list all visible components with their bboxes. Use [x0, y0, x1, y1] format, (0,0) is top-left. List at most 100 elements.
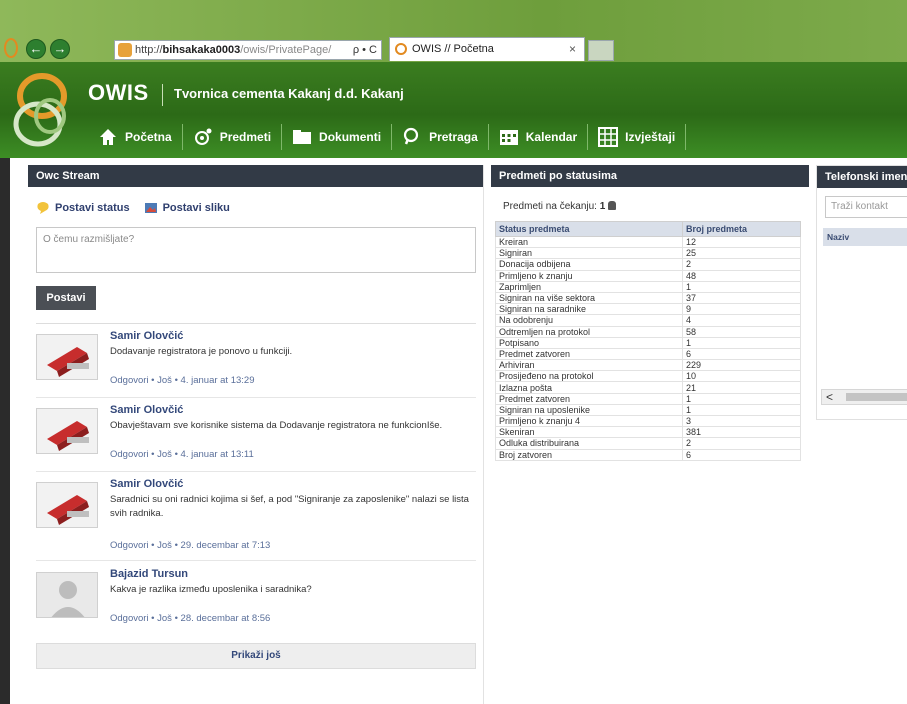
- horizontal-scrollbar[interactable]: <: [821, 389, 907, 405]
- back-button[interactable]: ←: [26, 39, 46, 59]
- stapler-avatar-icon[interactable]: [36, 482, 98, 528]
- status-name-cell: Odluka distribuirana: [495, 437, 683, 450]
- address-controls[interactable]: ρ • C: [353, 41, 377, 59]
- tab-close-icon[interactable]: ×: [569, 38, 576, 60]
- stream-divider: [36, 323, 476, 324]
- nav-label: Predmeti: [219, 130, 272, 144]
- status-name-cell: Arhiviran: [495, 359, 683, 372]
- status-count-cell: 1: [682, 336, 801, 349]
- post-button[interactable]: Postavi: [36, 286, 96, 310]
- nav-label: Izvještaji: [625, 130, 676, 144]
- table-row[interactable]: Na odobrenju 4: [495, 314, 801, 327]
- post-author[interactable]: Samir Olovčić: [110, 330, 183, 342]
- contact-search-input[interactable]: Traži kontakt: [825, 196, 907, 218]
- status-name-cell: Predmet zatvoren: [495, 392, 683, 405]
- table-row[interactable]: Odtremljen na protokol 58: [495, 325, 801, 338]
- post-meta[interactable]: Odgovori • Još • 4. januar at 13:29: [110, 375, 255, 386]
- image-icon: [144, 201, 158, 215]
- show-more-button[interactable]: Prikaži još: [36, 643, 476, 669]
- window-icon: [4, 38, 18, 58]
- status-input[interactable]: O čemu razmišljate?: [36, 227, 476, 273]
- table-row[interactable]: Arhiviran 229: [495, 359, 801, 372]
- status-count-cell: 6: [682, 448, 801, 461]
- post-author[interactable]: Samir Olovčić: [110, 478, 183, 490]
- scroll-left-icon[interactable]: <: [826, 390, 833, 404]
- table-row[interactable]: Broj zatvoren 6: [495, 448, 801, 461]
- table-row[interactable]: Izlazna pošta 21: [495, 381, 801, 394]
- tab-favicon-icon: [395, 43, 407, 55]
- column-header-name[interactable]: Naziv: [823, 228, 907, 246]
- table-row[interactable]: Zaprimljen 1: [495, 280, 801, 293]
- stapler-avatar-icon[interactable]: [36, 334, 98, 380]
- stream-post: Samir Olovčić Dodavanje registratora je …: [36, 330, 476, 402]
- post-divider: [36, 471, 476, 472]
- status-name-cell: Signiran: [495, 247, 683, 260]
- nav-label: Dokumenti: [319, 130, 382, 144]
- status-name-cell: Zaprimljen: [495, 280, 683, 293]
- address-path: /owis/PrivatePage/: [240, 44, 332, 56]
- app-header: OWIS Tvornica cementa Kakanj d.d. Kakanj…: [0, 62, 907, 158]
- user-avatar-icon[interactable]: [36, 572, 98, 618]
- table-row[interactable]: Prosijeđeno na protokol 10: [495, 370, 801, 383]
- phonebook-title: Telefonski imenik: [817, 166, 907, 188]
- cases-icon: [193, 127, 213, 147]
- column-header-count[interactable]: Broj predmeta: [682, 221, 801, 237]
- phonebook-panel: Telefonski imenik Traži kontakt Naziv <: [816, 165, 907, 420]
- reports-icon: [598, 127, 619, 147]
- forward-button[interactable]: →: [50, 39, 70, 59]
- post-divider: [36, 560, 476, 561]
- table-row[interactable]: Kreiran 12: [495, 235, 801, 249]
- nav-item-kalendar[interactable]: Kalendar: [489, 124, 589, 150]
- nav-item-izvjestaji[interactable]: Izvještaji: [588, 124, 687, 150]
- set-image-link[interactable]: Postavi sliku: [144, 201, 230, 215]
- status-name-cell: Signiran na više sektora: [495, 291, 683, 305]
- post-text: Saradnici su oni radnici kojima si šef, …: [110, 494, 469, 519]
- table-row[interactable]: Signiran na saradnike 9: [495, 303, 801, 316]
- nav-item-pocetna[interactable]: Početna: [88, 124, 183, 150]
- status-count-cell: 381: [682, 426, 801, 439]
- status-table-body: Kreiran 12 Signiran 25 Donacija odbijena 2 Pri…: [495, 235, 801, 461]
- address-bar[interactable]: http://bihsakaka0003/owis/PrivatePage/ ρ…: [114, 40, 382, 60]
- waiting-count[interactable]: 1: [600, 201, 606, 212]
- post-meta[interactable]: Odgovori • Još • 28. decembar at 8:56: [110, 613, 270, 624]
- nav-label: Pretraga: [429, 130, 478, 144]
- status-count-cell: 6: [682, 347, 801, 361]
- status-table: Status predmeta Broj predmeta Kreiran 12 S…: [495, 221, 801, 461]
- table-row[interactable]: Primljeno k znanju 43: [495, 414, 801, 428]
- app-brand[interactable]: OWIS: [88, 80, 149, 106]
- scrollbar-thumb[interactable]: [846, 393, 907, 401]
- table-row[interactable]: Odluka distribuirana 2: [495, 437, 801, 450]
- post-meta[interactable]: Odgovori • Još • 4. januar at 13:11: [110, 449, 254, 460]
- stapler-avatar-icon[interactable]: [36, 408, 98, 454]
- table-row[interactable]: Primljeno k znanju 48: [495, 269, 801, 282]
- nav-item-predmeti[interactable]: Predmeti: [183, 124, 283, 150]
- post-author[interactable]: Samir Olovčić: [110, 404, 183, 416]
- table-row[interactable]: Predmet zatvoren 1: [495, 392, 801, 405]
- table-row[interactable]: Predmet zatvoren 6: [495, 347, 801, 361]
- stream-post: Bajazid Tursun Kakva je razlika između u…: [36, 568, 476, 640]
- status-count-cell: 229: [682, 359, 801, 372]
- status-count-cell: 12: [682, 235, 801, 249]
- status-name-cell: Potpisano: [495, 336, 683, 349]
- column-header-status[interactable]: Status predmeta: [495, 221, 683, 237]
- table-row[interactable]: Signiran 25: [495, 247, 801, 260]
- waiting-label: Predmeti na čekanju:: [503, 201, 597, 212]
- status-count-cell: 58: [682, 325, 801, 338]
- set-status-link[interactable]: Postavi status: [36, 201, 130, 215]
- table-row[interactable]: Donacija odbijena 2: [495, 258, 801, 271]
- table-row[interactable]: Potpisano 1: [495, 336, 801, 349]
- status-count-cell: 25: [682, 247, 801, 260]
- nav-label: Početna: [125, 130, 172, 144]
- nav-item-dokumenti[interactable]: Dokumenti: [282, 124, 393, 150]
- post-author[interactable]: Bajazid Tursun: [110, 568, 188, 580]
- status-count-cell: 48: [682, 269, 801, 282]
- status-name-cell: Skeniran: [495, 426, 683, 439]
- nav-item-pretraga[interactable]: Pretraga: [392, 124, 489, 150]
- post-meta[interactable]: Odgovori • Još • 29. decembar at 7:13: [110, 540, 270, 551]
- new-tab-button[interactable]: [588, 40, 614, 61]
- table-row[interactable]: Signiran na više sektora 37: [495, 291, 801, 305]
- table-row[interactable]: Signiran na uposlenike 1: [495, 403, 801, 417]
- status-name-cell: Signiran na uposlenike: [495, 403, 683, 417]
- table-row[interactable]: Skeniran 381: [495, 426, 801, 439]
- browser-tab[interactable]: OWIS // Početna ×: [389, 37, 585, 61]
